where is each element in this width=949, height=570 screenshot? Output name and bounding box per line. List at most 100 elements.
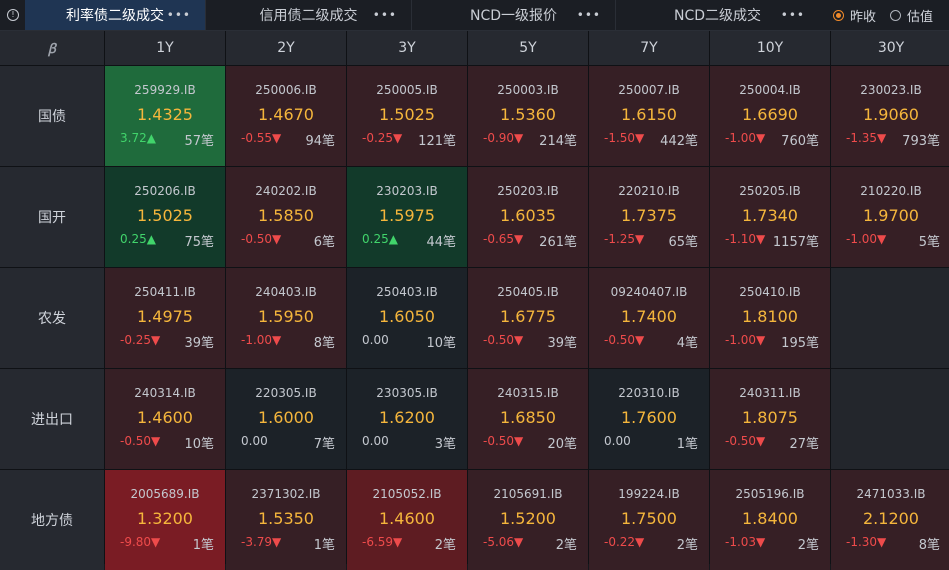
trade-count: 1笔: [192, 538, 214, 553]
bond-yield: 1.5975: [379, 206, 435, 225]
top-toolbar: ! 利率债二级成交 ••• 信用债二级成交 ••• NCD一级报价 ••• NC…: [0, 0, 949, 31]
quote-cell[interactable]: 250403.IB 1.6050 0.00 10笔: [347, 268, 467, 368]
bond-yield: 1.5950: [258, 307, 314, 326]
trade-count: 4笔: [676, 336, 698, 351]
yield-change: -0.50▼: [725, 434, 766, 448]
quote-cell[interactable]: 220210.IB 1.7375 -1.25▼ 65笔: [589, 167, 709, 267]
column-header-2y[interactable]: 2Y: [226, 31, 346, 65]
tab-menu-icon[interactable]: •••: [577, 8, 601, 22]
quote-cell[interactable]: 2371302.IB 1.5350 -3.79▼ 1笔: [226, 470, 346, 570]
yield-change: -0.90▼: [483, 131, 524, 145]
tab-rate-bond-secondary[interactable]: 利率债二级成交 •••: [25, 0, 205, 30]
quote-cell[interactable]: 250006.IB 1.4670 -0.55▼ 94笔: [226, 66, 346, 166]
quote-cell[interactable]: 240315.IB 1.6850 -0.50▼ 20笔: [468, 369, 588, 469]
bond-code: 240403.IB: [255, 285, 317, 299]
quote-cell[interactable]: 2105052.IB 1.4600 -6.59▼ 2笔: [347, 470, 467, 570]
bond-yield: 1.6050: [379, 307, 435, 326]
quote-cell[interactable]: 220305.IB 1.6000 0.00 7笔: [226, 369, 346, 469]
yield-change: -9.80▼: [120, 535, 161, 549]
yield-change: 0.00: [604, 434, 631, 448]
bond-yield: 1.7400: [621, 307, 677, 326]
yield-change: -6.59▼: [362, 535, 403, 549]
quote-cell[interactable]: 230203.IB 1.5975 0.25▲ 44笔: [347, 167, 467, 267]
yield-change: 0.00: [241, 434, 268, 448]
quote-cell[interactable]: 210220.IB 1.9700 -1.00▼ 5笔: [831, 167, 949, 267]
quote-cell[interactable]: 250007.IB 1.6150 -1.50▼ 442笔: [589, 66, 709, 166]
yield-change: 0.00: [362, 333, 389, 347]
info-icon[interactable]: !: [7, 9, 19, 21]
column-header-10y[interactable]: 10Y: [710, 31, 830, 65]
bond-code: 240311.IB: [739, 386, 801, 400]
quote-cell[interactable]: 09240407.IB 1.7400 -0.50▼ 4笔: [589, 268, 709, 368]
bond-code: 199224.IB: [618, 487, 680, 501]
quote-cell[interactable]: 250206.IB 1.5025 0.25▲ 75笔: [105, 167, 225, 267]
trade-count: 214笔: [539, 134, 577, 149]
radio-selected-icon: [833, 9, 844, 21]
radio-prev-close[interactable]: 昨收: [833, 6, 876, 25]
bond-yield: 1.6150: [621, 105, 677, 124]
quote-cell[interactable]: 250410.IB 1.8100 -1.00▼ 195笔: [710, 268, 830, 368]
bond-yield: 1.5850: [258, 206, 314, 225]
quote-cell[interactable]: 240311.IB 1.8075 -0.50▼ 27笔: [710, 369, 830, 469]
bond-yield: 1.3200: [137, 509, 193, 528]
column-header-5y[interactable]: 5Y: [468, 31, 588, 65]
bond-yield: 1.5360: [500, 105, 556, 124]
trade-count: 27笔: [789, 437, 819, 452]
bond-yield: 1.9060: [863, 105, 919, 124]
quote-cell[interactable]: 250205.IB 1.7340 -1.10▼ 1157笔: [710, 167, 830, 267]
tab-ncd-primary-quote[interactable]: NCD一级报价 •••: [412, 0, 615, 30]
yield-change: -1.10▼: [725, 232, 766, 246]
quote-cell[interactable]: 250411.IB 1.4975 -0.25▼ 39笔: [105, 268, 225, 368]
trade-count: 2笔: [434, 538, 456, 553]
bond-yield: 1.7375: [621, 206, 677, 225]
column-header-1y[interactable]: 1Y: [105, 31, 225, 65]
bond-yield: 1.9700: [863, 206, 919, 225]
tab-menu-icon[interactable]: •••: [781, 8, 805, 22]
quote-cell[interactable]: 259929.IB 1.4325 3.72▲ 57笔: [105, 66, 225, 166]
quote-cell[interactable]: 230305.IB 1.6200 0.00 3笔: [347, 369, 467, 469]
radio-valuation[interactable]: 估值: [890, 6, 933, 25]
column-header-30y[interactable]: 30Y: [831, 31, 949, 65]
quote-cell[interactable]: 220310.IB 1.7600 0.00 1笔: [589, 369, 709, 469]
bond-code: 230023.IB: [860, 83, 922, 97]
quote-cell[interactable]: 2471033.IB 2.1200 -1.30▼ 8笔: [831, 470, 949, 570]
quote-cell[interactable]: 250405.IB 1.6775 -0.50▼ 39笔: [468, 268, 588, 368]
quote-cell[interactable]: 240202.IB 1.5850 -0.50▼ 6笔: [226, 167, 346, 267]
trade-count: 39笔: [547, 336, 577, 351]
quote-cell[interactable]: 2005689.IB 1.3200 -9.80▼ 1笔: [105, 470, 225, 570]
tab-ncd-secondary[interactable]: NCD二级成交 •••: [616, 0, 819, 30]
bond-code: 2105691.IB: [493, 487, 563, 501]
bond-code: 250405.IB: [497, 285, 559, 299]
trade-count: 121笔: [418, 134, 456, 149]
quote-cell[interactable]: 2105691.IB 1.5200 -5.06▼ 2笔: [468, 470, 588, 570]
trade-count: 10笔: [426, 336, 456, 351]
trade-count: 75笔: [184, 235, 214, 250]
bond-yield: 1.8400: [742, 509, 798, 528]
yield-change: -5.06▼: [483, 535, 524, 549]
quote-cell[interactable]: 250005.IB 1.5025 -0.25▼ 121笔: [347, 66, 467, 166]
tab-menu-icon[interactable]: •••: [167, 8, 191, 22]
quote-cell[interactable]: 2505196.IB 1.8400 -1.03▼ 2笔: [710, 470, 830, 570]
bond-yield: 1.6000: [258, 408, 314, 427]
quote-cell[interactable]: 199224.IB 1.7500 -0.22▼ 2笔: [589, 470, 709, 570]
quote-cell[interactable]: 250203.IB 1.6035 -0.65▼ 261笔: [468, 167, 588, 267]
beta-icon[interactable]: ꞵ: [48, 39, 56, 57]
empty-cell: [831, 268, 949, 368]
column-header-7y[interactable]: 7Y: [589, 31, 709, 65]
quote-cell[interactable]: 240314.IB 1.4600 -0.50▼ 10笔: [105, 369, 225, 469]
quote-cell[interactable]: 250003.IB 1.5360 -0.90▼ 214笔: [468, 66, 588, 166]
trade-count: 5笔: [918, 235, 940, 250]
bond-code: 2005689.IB: [130, 487, 200, 501]
bond-yield: 1.4600: [379, 509, 435, 528]
quote-cell[interactable]: 230023.IB 1.9060 -1.35▼ 793笔: [831, 66, 949, 166]
yield-change: -1.00▼: [725, 131, 766, 145]
quote-cell[interactable]: 240403.IB 1.5950 -1.00▼ 8笔: [226, 268, 346, 368]
bond-yield: 1.6200: [379, 408, 435, 427]
tab-menu-icon[interactable]: •••: [373, 8, 397, 22]
yield-change: -0.50▼: [483, 333, 524, 347]
tab-credit-bond-secondary[interactable]: 信用债二级成交 •••: [206, 0, 411, 30]
bond-code: 240314.IB: [134, 386, 196, 400]
column-header-3y[interactable]: 3Y: [347, 31, 467, 65]
bond-code: 250006.IB: [255, 83, 317, 97]
quote-cell[interactable]: 250004.IB 1.6690 -1.00▼ 760笔: [710, 66, 830, 166]
